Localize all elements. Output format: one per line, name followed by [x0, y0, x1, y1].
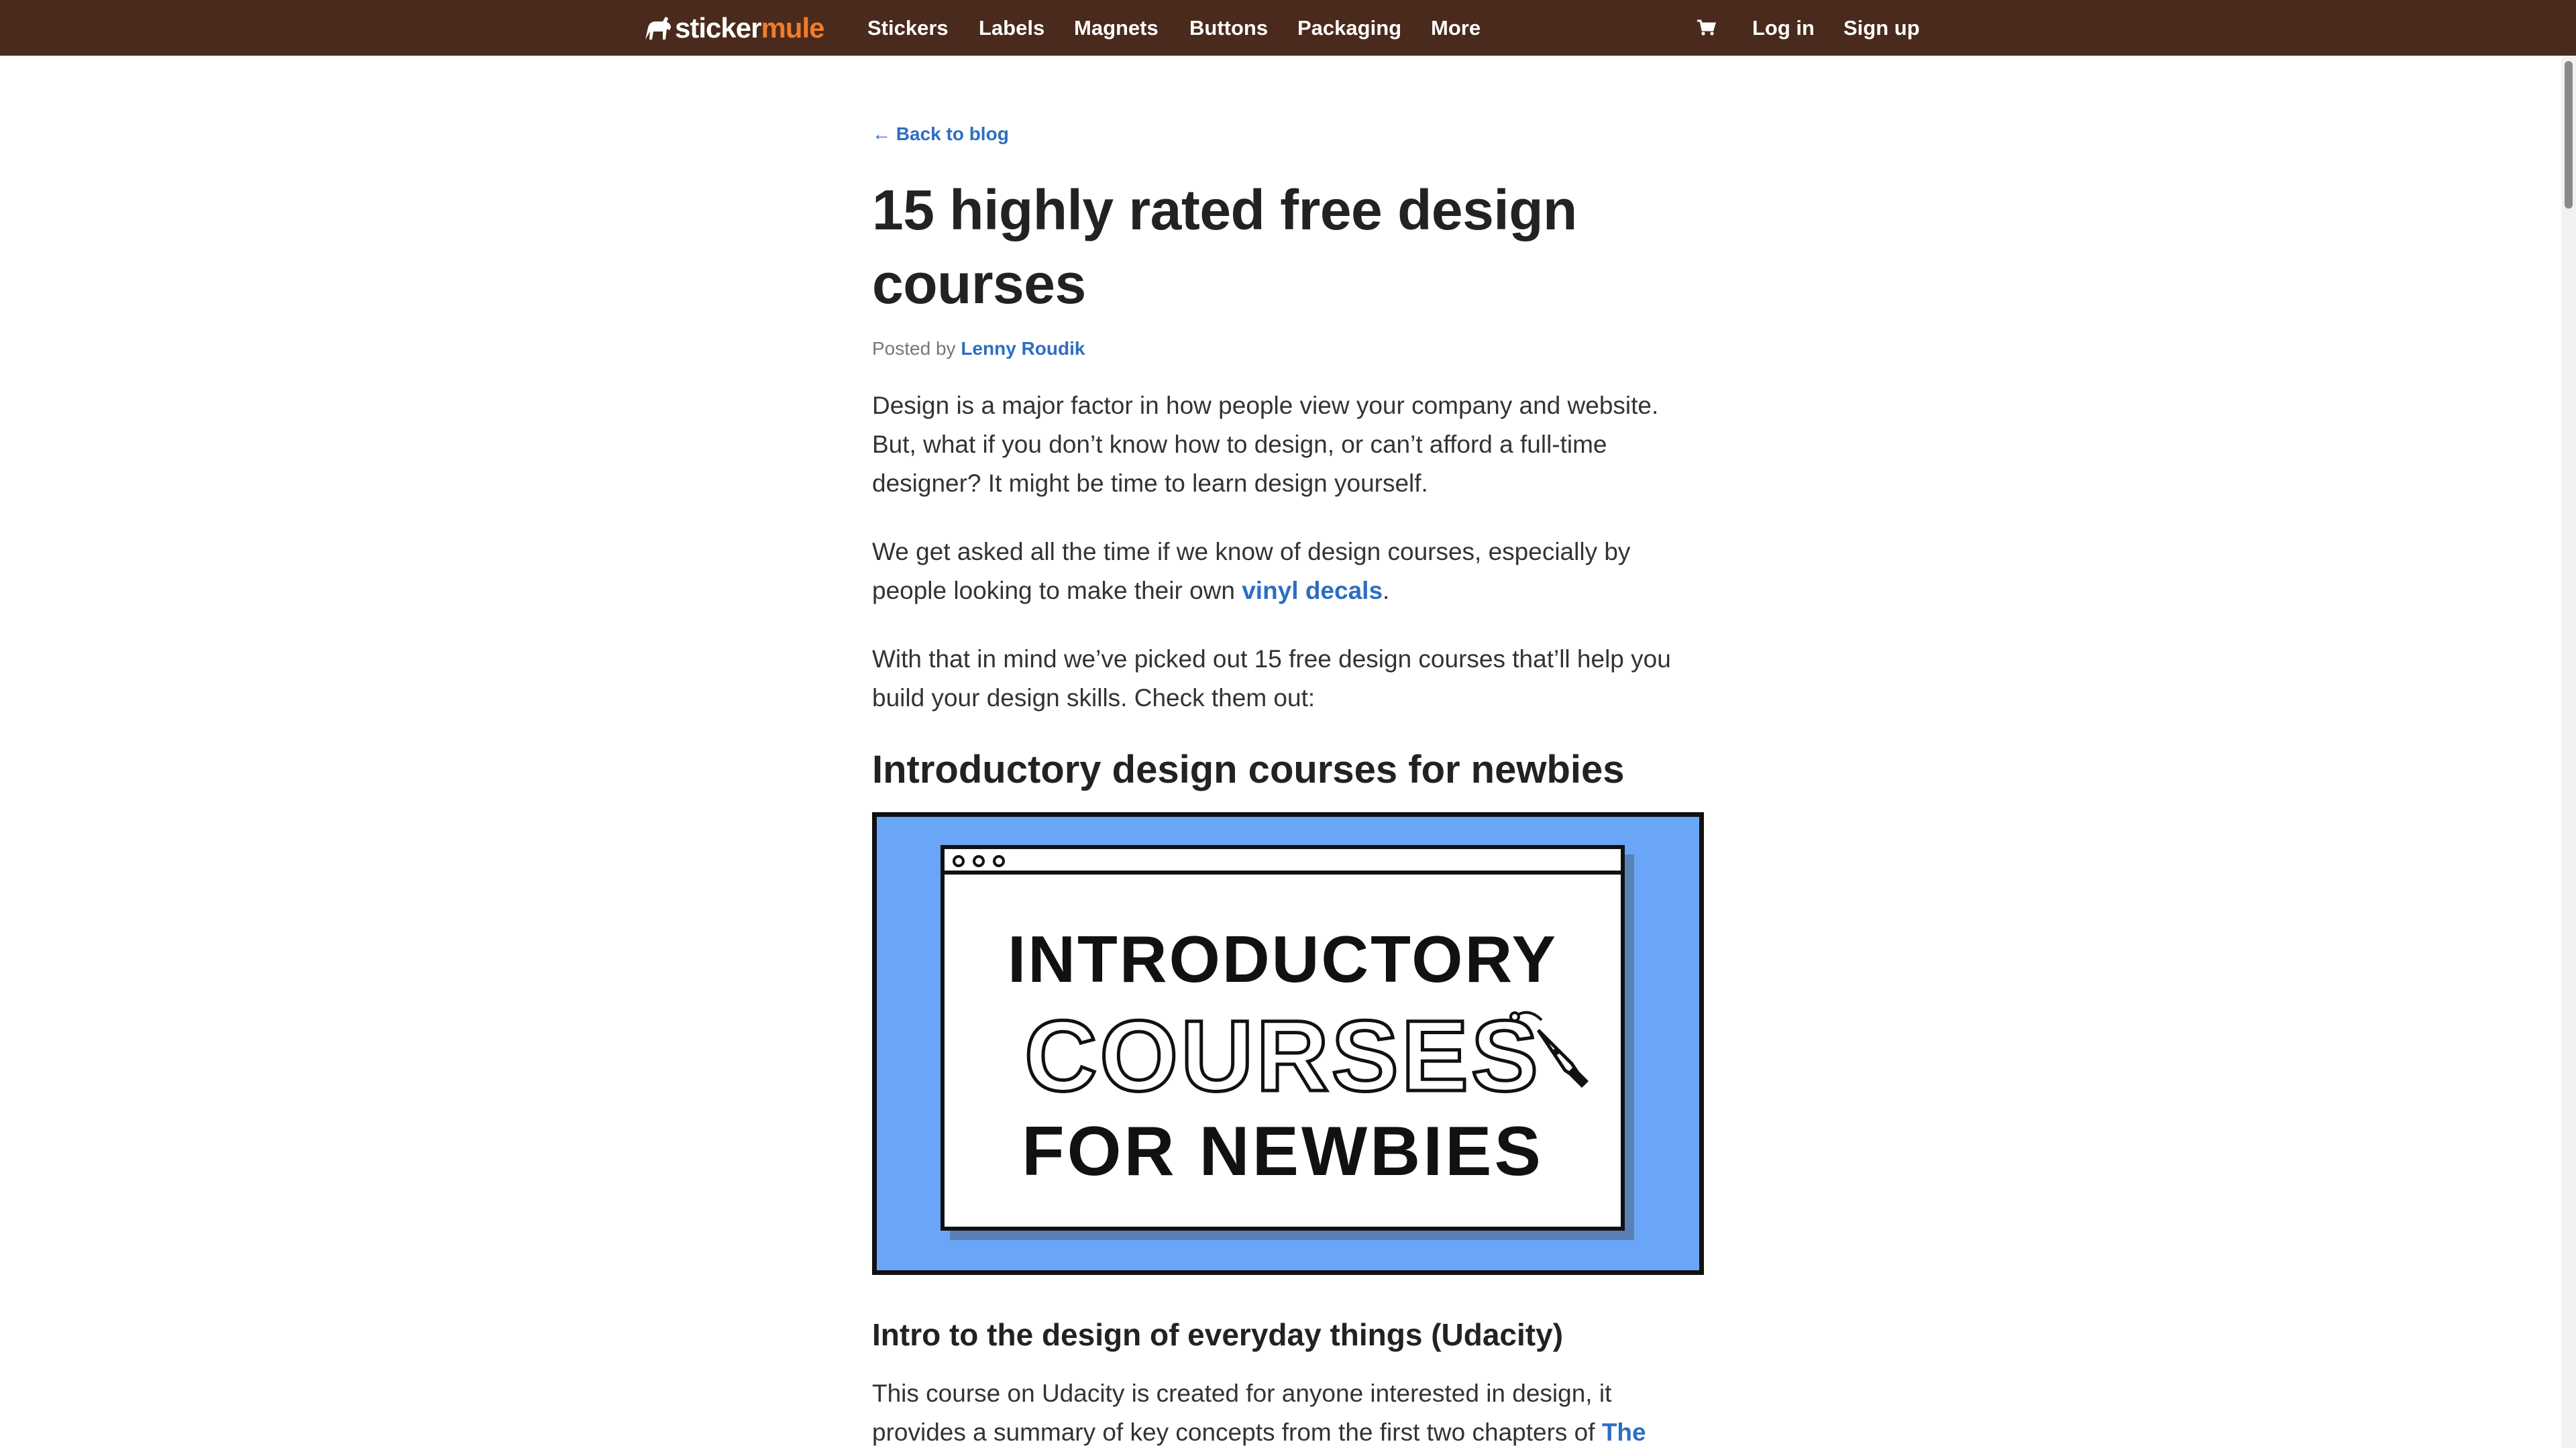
- logo-text-sticker: sticker: [675, 12, 761, 44]
- hero-text-line1: INTRODUCTORY: [1008, 922, 1558, 996]
- browser-window-illustration: INTRODUCTORY COURSES FOR NEWBIES: [941, 845, 1625, 1231]
- course-heading: Intro to the design of everyday things (…: [872, 1317, 1564, 1352]
- section-heading: Introductory design courses for newbies: [872, 748, 1625, 791]
- nav-buttons[interactable]: Buttons: [1189, 0, 1268, 56]
- page-scrollbar[interactable]: [2561, 56, 2576, 1448]
- nav-stickers[interactable]: Stickers: [867, 0, 949, 56]
- paragraph-text: This course on Udacity is created for an…: [872, 1380, 1612, 1446]
- cart-icon[interactable]: [1696, 17, 1716, 38]
- window-dot-icon: [993, 855, 1005, 867]
- top-nav-bar: sticker mule Stickers Labels Magnets Butt…: [0, 0, 2576, 56]
- byline: Posted by Lenny Roudik: [872, 338, 1704, 359]
- hero-image-intro-courses: INTRODUCTORY COURSES FOR NEWBIES: [872, 812, 1704, 1275]
- article-title: 15 highly rated free design courses: [872, 178, 1577, 315]
- window-dot-icon: [973, 855, 985, 867]
- paragraph-vinyl: We get asked all the time if we know of …: [872, 533, 1704, 610]
- signup-link[interactable]: Sign up: [1843, 0, 1920, 56]
- login-link[interactable]: Log in: [1752, 0, 1815, 56]
- nav-more[interactable]: More: [1431, 0, 1481, 56]
- book-link[interactable]: The: [1602, 1418, 1646, 1446]
- logo-text-mule: mule: [761, 12, 824, 44]
- paragraph-intro: Design is a major factor in how people v…: [872, 392, 1659, 497]
- hero-text-line3: FOR NEWBIES: [1022, 1113, 1544, 1190]
- nav-labels[interactable]: Labels: [979, 0, 1044, 56]
- window-dot-icon: [953, 855, 965, 867]
- article: ← Back to blog 15 highly rated free desi…: [872, 114, 1704, 1452]
- paragraph-text: .: [1383, 577, 1390, 604]
- back-to-blog-link[interactable]: ← Back to blog: [872, 123, 1009, 145]
- nav-packaging[interactable]: Packaging: [1297, 0, 1401, 56]
- mule-icon: [645, 17, 671, 40]
- vinyl-decals-link[interactable]: vinyl decals: [1242, 577, 1383, 604]
- author-link[interactable]: Lenny Roudik: [961, 338, 1085, 359]
- nav-magnets[interactable]: Magnets: [1074, 0, 1159, 56]
- paragraph-picked: With that in mind we’ve picked out 15 fr…: [872, 645, 1671, 712]
- pen-tool-icon: [1509, 1011, 1589, 1088]
- scrollbar-thumb[interactable]: [2565, 61, 2573, 209]
- window-titlebar: [945, 849, 1621, 875]
- paragraph-course1: This course on Udacity is created for an…: [872, 1374, 1704, 1452]
- stickermule-logo[interactable]: sticker mule: [643, 11, 824, 45]
- byline-prefix: Posted by: [872, 338, 956, 359]
